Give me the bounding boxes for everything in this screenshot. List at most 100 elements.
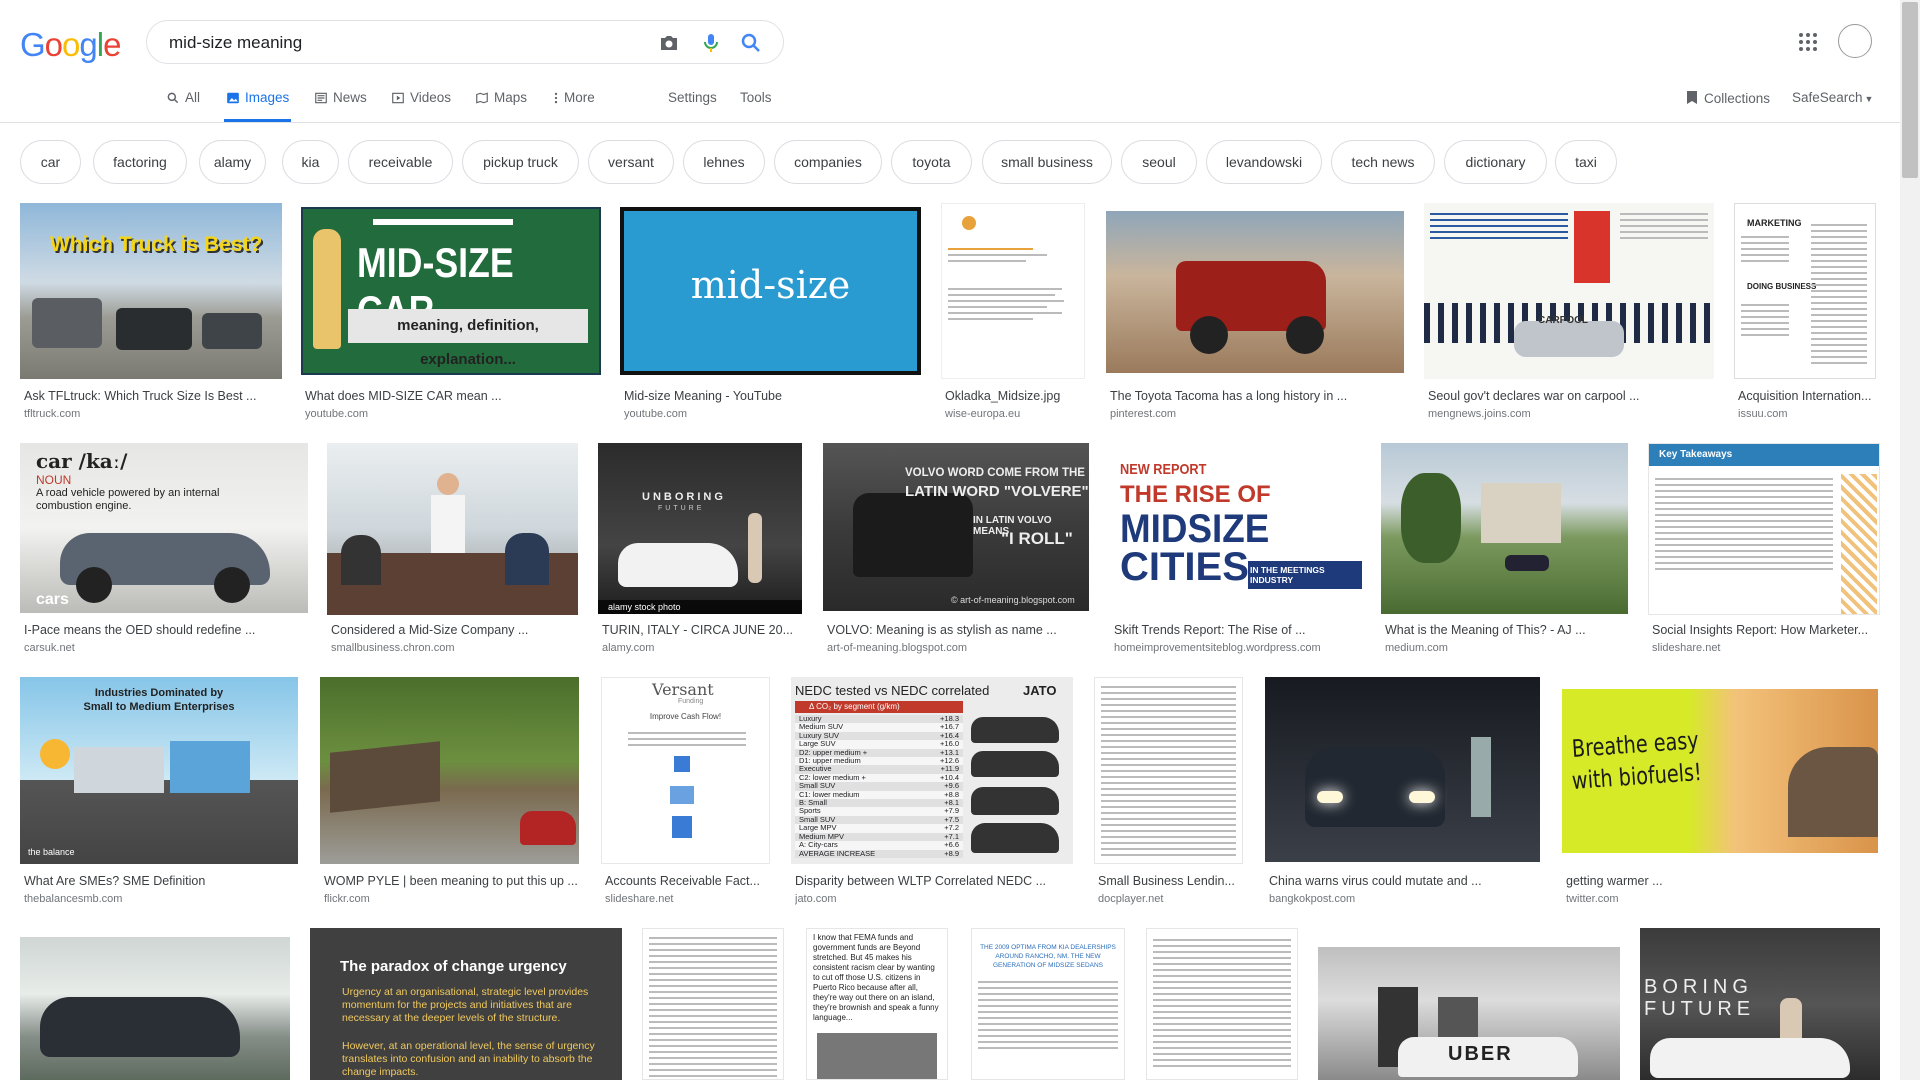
tab-more[interactable]: More xyxy=(553,90,595,122)
result-caption: TURIN, ITALY - CIRCA JUNE 20... xyxy=(602,623,794,637)
image-result[interactable]: Okladka_Midsize.jpg wise-europa.eu xyxy=(941,203,1085,423)
thumbnail-text: Δ CO₂ by segment (g/km) xyxy=(795,701,963,713)
result-source: smallbusiness.chron.com xyxy=(331,642,455,654)
chip[interactable]: car xyxy=(20,140,81,184)
image-icon xyxy=(226,90,240,108)
image-result[interactable]: THE 2009 OPTIMA FROM KIA DEALERSHIPS ARO… xyxy=(971,928,1125,1080)
thumbnail-text: However, at an operational level, the se… xyxy=(342,1040,595,1078)
collections-label: Collections xyxy=(1704,91,1771,106)
image-result[interactable]: NEW REPORT THE RISE OF MIDSIZE CITIES IN… xyxy=(1110,443,1362,663)
result-thumbnail: CARPOOL xyxy=(1424,203,1714,379)
image-result[interactable]: Considered a Mid-Size Company ... smallb… xyxy=(327,443,579,663)
chip[interactable]: seoul xyxy=(1121,140,1197,184)
image-result[interactable]: I know that FEMA funds and government fu… xyxy=(806,928,948,1080)
logo-text: the balance xyxy=(28,847,75,857)
chip-label: pickup truck xyxy=(483,154,558,170)
image-result[interactable]: mid-size Mid-size Meaning - YouTube yout… xyxy=(620,203,923,423)
result-caption: Mid-size Meaning - YouTube xyxy=(624,389,782,403)
safesearch-dropdown[interactable]: SafeSearch ▼ xyxy=(1792,90,1873,105)
search-box[interactable] xyxy=(146,20,784,64)
image-result[interactable]: VOLVO WORD COME FROM THE LATIN WORD "VOL… xyxy=(823,443,1090,663)
thumbnail-text: with biofuels! xyxy=(1571,757,1703,795)
image-result[interactable]: UNBORING FUTURE alamy stock photo TURIN,… xyxy=(598,443,803,663)
image-result[interactable]: What is the Meaning of This? - AJ ... me… xyxy=(1381,443,1628,663)
result-thumbnail xyxy=(1106,211,1404,373)
chip[interactable]: dictionary xyxy=(1444,140,1547,184)
chip[interactable]: kia xyxy=(282,140,339,184)
thumbnail-text: UBER xyxy=(1448,1043,1513,1065)
tab-label: Settings xyxy=(668,90,717,105)
header: Google All Images News Videos xyxy=(0,0,1900,123)
chip[interactable]: companies xyxy=(774,140,882,184)
chip[interactable]: tech news xyxy=(1331,140,1435,184)
thumbnail-text: "I ROLL" xyxy=(1001,529,1073,548)
chip-label: versant xyxy=(608,154,654,170)
search-input[interactable] xyxy=(167,30,631,56)
result-caption: The Toyota Tacoma has a long history in … xyxy=(1110,389,1348,403)
tab-images[interactable]: Images xyxy=(224,90,292,122)
image-result[interactable]: China warns virus could mutate and ... b… xyxy=(1265,677,1541,911)
thumbnail-text: Industries Dominated by xyxy=(94,687,224,699)
apps-grid-icon[interactable] xyxy=(1796,30,1820,54)
image-result[interactable]: WOMP PYLE | been meaning to put this up … xyxy=(320,677,580,911)
image-result[interactable]: Which Truck is Best? Ask TFLtruck: Which… xyxy=(20,203,282,423)
chip-label: alamy xyxy=(213,154,252,170)
microphone-icon[interactable] xyxy=(699,31,723,55)
image-result[interactable]: The paradox of change urgency Urgency at… xyxy=(310,928,622,1080)
chip[interactable]: taxi xyxy=(1555,140,1617,184)
image-result[interactable]: UBER xyxy=(1318,947,1620,1080)
image-result[interactable]: CARPOOL Seoul gov't declares war on carp… xyxy=(1424,203,1714,423)
result-source: wise-europa.eu xyxy=(945,408,1021,420)
chip[interactable]: lehnes xyxy=(683,140,765,184)
tab-maps[interactable]: Maps xyxy=(475,90,527,122)
chip[interactable]: versant xyxy=(588,140,674,184)
search-icon[interactable] xyxy=(739,31,763,55)
result-caption: What does MID-SIZE CAR mean ... xyxy=(305,389,502,403)
image-result[interactable]: The Toyota Tacoma has a long history in … xyxy=(1106,203,1404,423)
image-result[interactable]: Small Business Lendin... docplayer.net xyxy=(1094,677,1244,911)
chip[interactable]: pickup truck xyxy=(462,140,579,184)
chip[interactable]: factoring xyxy=(93,140,187,184)
google-logo[interactable]: Google xyxy=(20,26,121,64)
result-source: medium.com xyxy=(1385,642,1448,654)
result-thumbnail xyxy=(1381,443,1628,614)
chip[interactable]: alamy xyxy=(199,140,266,184)
tab-all[interactable]: All xyxy=(166,90,200,122)
chip-label: factoring xyxy=(113,154,167,170)
collections-link[interactable]: Collections xyxy=(1686,90,1770,108)
camera-icon[interactable] xyxy=(657,31,681,55)
image-result[interactable]: NEDC tested vs NEDC correlated JATO Δ CO… xyxy=(791,677,1074,911)
image-result[interactable] xyxy=(1146,928,1298,1080)
image-result[interactable]: Breathe easy with biofuels! getting warm… xyxy=(1562,677,1880,911)
result-source: slideshare.net xyxy=(605,893,674,905)
image-result[interactable]: Versant Funding Improve Cash Flow! Accou… xyxy=(601,677,771,911)
result-thumbnail xyxy=(1265,677,1540,862)
result-source: twitter.com xyxy=(1566,893,1619,905)
result-source: jato.com xyxy=(795,893,837,905)
account-avatar[interactable] xyxy=(1838,24,1872,58)
tab-tools[interactable]: Tools xyxy=(740,90,772,122)
nedc-table: Luxury +18.3 Medium SUV +16.7 Luxury SUV +16.… xyxy=(795,714,963,858)
image-result[interactable]: car /kaː/ NOUN A road vehicle powered by… xyxy=(20,443,308,663)
tab-news[interactable]: News xyxy=(314,90,367,122)
thumbnail-text: mid-size xyxy=(690,263,851,307)
chip[interactable]: receivable xyxy=(348,140,453,184)
image-result[interactable]: Industries Dominated by Small to Medium … xyxy=(20,677,298,911)
image-result[interactable]: MARKETING DOING BUSINESS Acquisition Int… xyxy=(1734,203,1880,423)
tab-settings[interactable]: Settings xyxy=(668,90,717,122)
result-thumbnail: BORING FUTURE xyxy=(1640,928,1880,1080)
chip[interactable]: small business xyxy=(982,140,1112,184)
chip[interactable]: toyota xyxy=(891,140,972,184)
result-source: slideshare.net xyxy=(1652,642,1721,654)
tab-videos[interactable]: Videos xyxy=(391,90,451,122)
chip[interactable]: levandowski xyxy=(1206,140,1322,184)
image-result[interactable]: BORING FUTURE xyxy=(1640,928,1880,1080)
watermark-text: © art-of-meaning.blogspot.com xyxy=(951,595,1075,605)
scrollbar-thumb[interactable] xyxy=(1902,2,1918,178)
image-result[interactable]: Key Takeaways Social Insights Report: Ho… xyxy=(1648,443,1880,663)
image-result[interactable]: MID-SIZE CAR meaning, definition, explan… xyxy=(301,203,601,423)
thumbnail-text: VOLVO WORD COME FROM THE xyxy=(905,467,1085,479)
image-result[interactable] xyxy=(20,937,290,1080)
result-thumbnail xyxy=(1146,928,1298,1080)
image-result[interactable] xyxy=(642,928,784,1080)
